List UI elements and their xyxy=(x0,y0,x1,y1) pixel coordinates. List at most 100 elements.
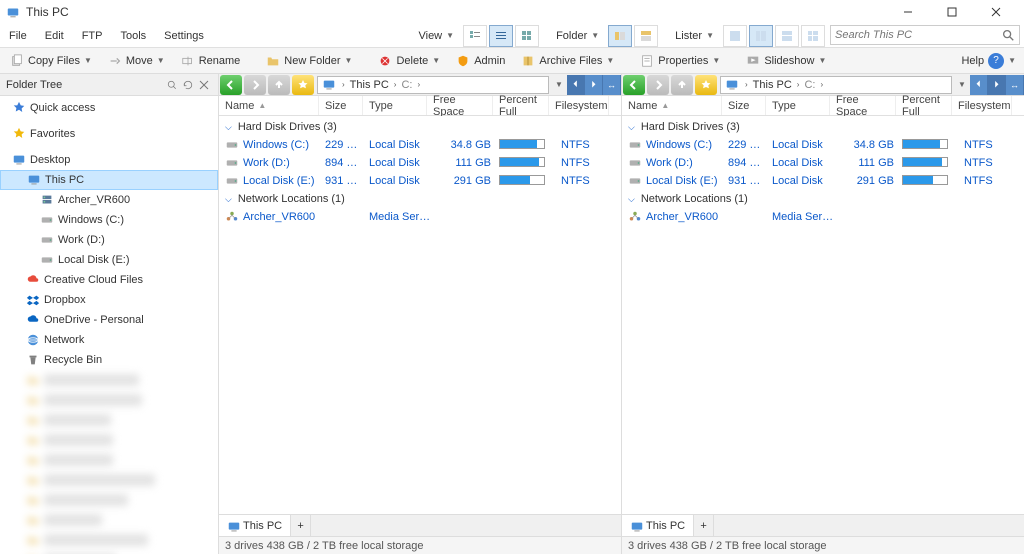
lister-mode-4-button[interactable] xyxy=(801,25,825,47)
swap-right-button[interactable]: ↔ xyxy=(1006,75,1024,95)
nav-up-button[interactable] xyxy=(671,75,693,95)
tree-item[interactable]: OneDrive - Personal xyxy=(0,310,218,330)
folder-mode-1-button[interactable] xyxy=(608,25,632,47)
new-folder-button[interactable]: New Folder▼ xyxy=(259,50,359,72)
tab-this-pc[interactable]: This PC xyxy=(219,515,291,536)
group-header[interactable]: ⌵Network Locations (1) xyxy=(622,190,1024,208)
tree-item[interactable]: Desktop xyxy=(0,150,218,170)
view-mode-1-button[interactable] xyxy=(463,25,487,47)
pc-icon xyxy=(630,520,642,532)
slideshow-button[interactable]: Slideshow▼ xyxy=(739,50,833,72)
nav-forward-button[interactable] xyxy=(244,75,266,95)
tree-item[interactable]: Quick access xyxy=(0,98,218,118)
lister-mode-3-button[interactable] xyxy=(775,25,799,47)
menu-tools[interactable]: Tools xyxy=(111,24,155,47)
drive-row[interactable]: Archer_VR600Media Server xyxy=(622,208,1024,226)
add-tab-button[interactable]: + xyxy=(694,515,714,536)
swap-left-button[interactable]: ⏴ xyxy=(970,75,988,95)
swap-equal-button[interactable]: ⏵ xyxy=(988,75,1006,95)
folder-mode-2-button[interactable] xyxy=(634,25,658,47)
column-header[interactable]: Size xyxy=(319,96,363,115)
nav-favorite-button[interactable] xyxy=(292,75,314,95)
admin-button[interactable]: Admin xyxy=(449,50,512,72)
drive-row[interactable]: Work (D:)894 GBLocal Disk111 GBNTFS xyxy=(219,154,621,172)
nav-back-button[interactable] xyxy=(220,75,242,95)
column-header[interactable]: Type xyxy=(766,96,830,115)
view-mode-3-button[interactable] xyxy=(515,25,539,47)
column-header[interactable]: Free Space xyxy=(427,96,493,115)
swap-left-button[interactable]: ⏴ xyxy=(567,75,585,95)
column-header[interactable]: Filesystem xyxy=(549,96,609,115)
tree-item[interactable]: Local Disk (E:) xyxy=(0,250,218,270)
swap-equal-button[interactable]: ⏵ xyxy=(585,75,603,95)
folder-tree-body[interactable]: Quick access Favorites DesktopThis PCArche… xyxy=(0,96,218,554)
tree-item[interactable]: Work (D:) xyxy=(0,230,218,250)
column-header[interactable]: Filesystem xyxy=(952,96,1012,115)
lister-mode-1-button[interactable] xyxy=(723,25,747,47)
help-button[interactable]: Help?▼ xyxy=(955,50,1022,72)
add-tab-button[interactable]: + xyxy=(291,515,311,536)
drive-row[interactable]: Windows (C:)229 GBLocal Disk34.8 GBNTFS xyxy=(219,136,621,154)
properties-button[interactable]: Properties▼ xyxy=(633,50,727,72)
nav-forward-button[interactable] xyxy=(647,75,669,95)
drive-row[interactable]: Windows (C:)229 GBLocal Disk34.8 GBNTFS xyxy=(622,136,1024,154)
drive-row[interactable]: Work (D:)894 GBLocal Disk111 GBNTFS xyxy=(622,154,1024,172)
tree-item[interactable]: This PC xyxy=(0,170,218,190)
group-header[interactable]: ⌵Network Locations (1) xyxy=(219,190,621,208)
column-header[interactable]: Percent Full xyxy=(896,96,952,115)
swap-right-button[interactable]: ↔ xyxy=(603,75,621,95)
file-list-left[interactable]: ⌵Hard Disk Drives (3)Windows (C:)229 GBL… xyxy=(219,116,621,514)
drive-icon xyxy=(225,138,239,152)
view-mode-2-button[interactable] xyxy=(489,25,513,47)
close-button[interactable] xyxy=(974,0,1018,24)
tree-item[interactable]: Recycle Bin xyxy=(0,350,218,370)
breadcrumb-path[interactable]: ›This PC›C:› xyxy=(720,76,952,94)
drive-row[interactable]: Archer_VR600Media Server xyxy=(219,208,621,226)
pc-icon xyxy=(322,78,336,92)
view-dropdown[interactable]: View▼ xyxy=(410,24,462,47)
maximize-button[interactable] xyxy=(930,0,974,24)
tree-item[interactable]: Network xyxy=(0,330,218,350)
nav-back-button[interactable] xyxy=(623,75,645,95)
nav-up-button[interactable] xyxy=(268,75,290,95)
search-input[interactable] xyxy=(835,29,1001,41)
lister-mode-2-button[interactable] xyxy=(749,25,773,47)
tab-this-pc[interactable]: This PC xyxy=(622,515,694,536)
copy-files-button[interactable]: Copy Files▼ xyxy=(3,50,99,72)
column-header[interactable]: Name▲ xyxy=(219,96,319,115)
move-button[interactable]: Move▼ xyxy=(101,50,172,72)
menu-edit[interactable]: Edit xyxy=(36,24,73,47)
column-header[interactable]: Free Space xyxy=(830,96,896,115)
column-header[interactable]: Percent Full xyxy=(493,96,549,115)
menu-settings[interactable]: Settings xyxy=(155,24,213,47)
tree-item[interactable]: Archer_VR600 xyxy=(0,190,218,210)
delete-button[interactable]: Delete▼ xyxy=(371,50,447,72)
tree-close-icon[interactable] xyxy=(196,77,212,93)
lister-dropdown[interactable]: Lister▼ xyxy=(667,24,722,47)
folder-dropdown[interactable]: Folder▼ xyxy=(548,24,607,47)
tree-item[interactable]: Dropbox xyxy=(0,290,218,310)
pane-end-buttons: ⏴⏵↔ xyxy=(970,75,1024,95)
menu-ftp[interactable]: FTP xyxy=(73,24,112,47)
archive-files-button[interactable]: Archive Files▼ xyxy=(514,50,621,72)
group-header[interactable]: ⌵Hard Disk Drives (3) xyxy=(219,118,621,136)
drive-row[interactable]: Local Disk (E:)931 GBLocal Disk291 GBNTF… xyxy=(219,172,621,190)
minimize-button[interactable] xyxy=(886,0,930,24)
tree-search-icon[interactable] xyxy=(164,77,180,93)
tab-bar: This PC+ xyxy=(219,514,621,536)
menu-file[interactable]: File xyxy=(0,24,36,47)
tree-refresh-icon[interactable] xyxy=(180,77,196,93)
column-header[interactable]: Size xyxy=(722,96,766,115)
group-header[interactable]: ⌵Hard Disk Drives (3) xyxy=(622,118,1024,136)
column-header[interactable]: Name▲ xyxy=(622,96,722,115)
tree-item[interactable]: Favorites xyxy=(0,124,218,144)
drive-row[interactable]: Local Disk (E:)931 GBLocal Disk291 GBNTF… xyxy=(622,172,1024,190)
nav-favorite-button[interactable] xyxy=(695,75,717,95)
rename-button[interactable]: Rename xyxy=(174,50,248,72)
tree-item[interactable]: Creative Cloud Files xyxy=(0,270,218,290)
file-list-right[interactable]: ⌵Hard Disk Drives (3)Windows (C:)229 GBL… xyxy=(622,116,1024,514)
tree-item[interactable]: Windows (C:) xyxy=(0,210,218,230)
search-box[interactable] xyxy=(830,25,1020,45)
breadcrumb-path[interactable]: ›This PC›C:› xyxy=(317,76,549,94)
column-header[interactable]: Type xyxy=(363,96,427,115)
